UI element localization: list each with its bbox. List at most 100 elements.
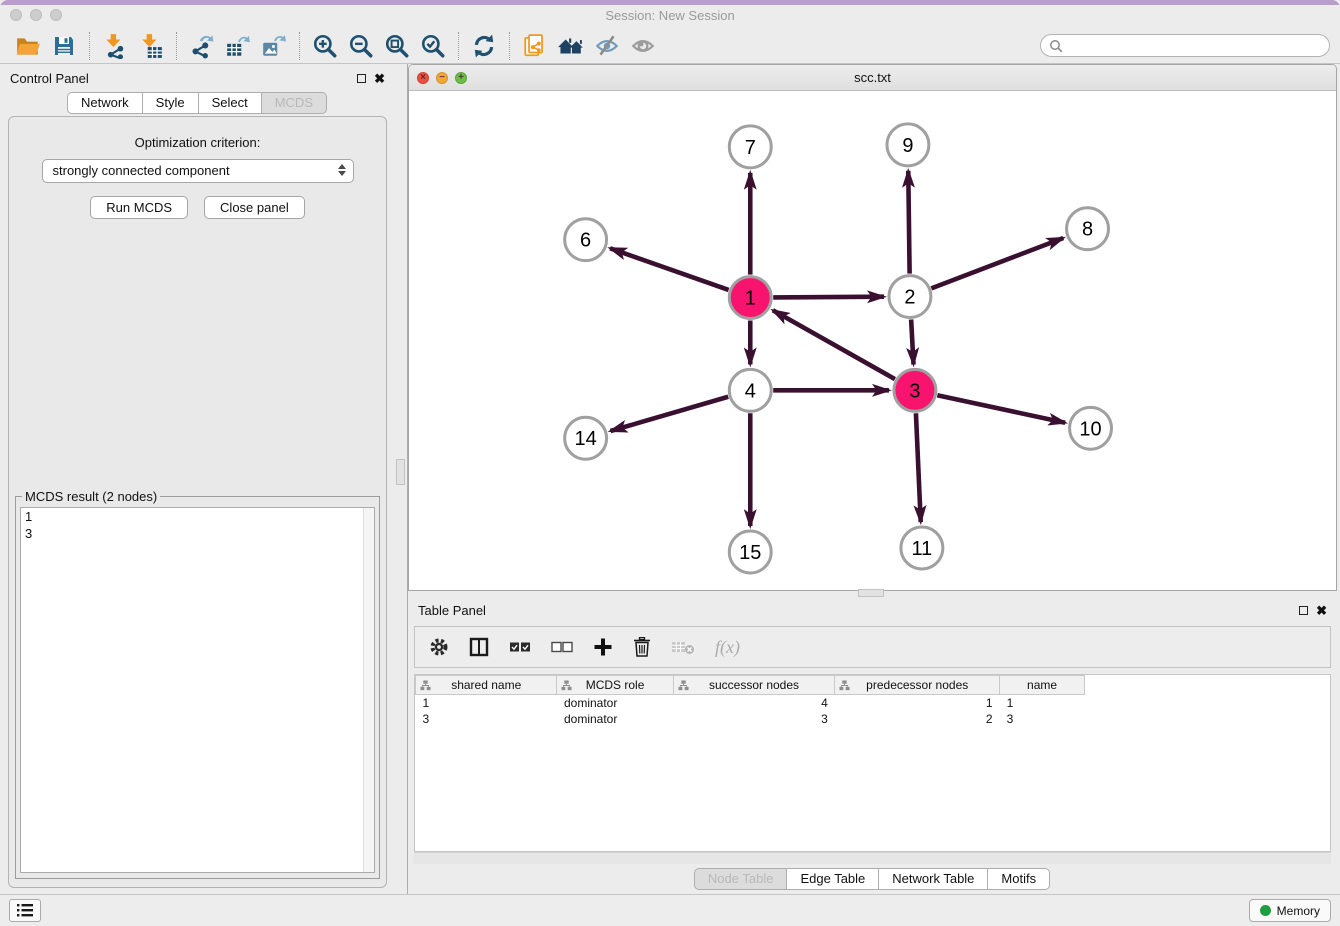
tab-mcds[interactable]: MCDS: [261, 92, 327, 114]
save-session-button[interactable]: [46, 31, 82, 61]
deselect-all-button[interactable]: [551, 640, 573, 654]
graph-edge-3-11[interactable]: [916, 413, 921, 522]
column-header-MCDS-role[interactable]: MCDS role: [557, 676, 673, 695]
tab-node-table[interactable]: Node Table: [694, 868, 788, 890]
graph-node-6[interactable]: 6: [565, 219, 607, 261]
tab-network-table[interactable]: Network Table: [878, 868, 988, 890]
graph-node-15[interactable]: 15: [729, 531, 771, 573]
delete-row-button[interactable]: [633, 637, 651, 657]
column-header-predecessor-nodes[interactable]: predecessor nodes: [835, 676, 1000, 695]
criterion-selected-value: strongly connected component: [53, 163, 230, 178]
open-folder-icon: [15, 33, 41, 59]
tab-select[interactable]: Select: [198, 92, 262, 114]
graph-edge-3-1[interactable]: [773, 310, 895, 379]
network-minimize-button[interactable]: −: [436, 72, 448, 84]
table-cell[interactable]: dominator: [557, 711, 673, 727]
network-canvas[interactable]: 7 9 6 8 1 2 4 3 14 10 15 11: [409, 91, 1336, 590]
graph-edge-2-8[interactable]: [931, 238, 1063, 288]
tab-network[interactable]: Network: [67, 92, 143, 114]
graph-node-4[interactable]: 4: [729, 369, 771, 411]
table-cell[interactable]: 3: [1000, 711, 1085, 727]
home-icon: [557, 33, 585, 59]
open-file-button[interactable]: [10, 31, 46, 61]
graph-edge-1-2[interactable]: [773, 297, 884, 298]
graph-node-3[interactable]: 3: [894, 369, 936, 411]
table-row[interactable]: 1dominator411: [416, 695, 1085, 711]
zoom-out-button[interactable]: [343, 31, 379, 61]
graph-edge-3-10[interactable]: [937, 395, 1065, 423]
table-cell[interactable]: 2: [835, 711, 1000, 727]
show-panels-button[interactable]: [625, 31, 661, 61]
network-maximize-button[interactable]: +: [455, 72, 467, 84]
tab-style[interactable]: Style: [142, 92, 199, 114]
table-row[interactable]: 3dominator323: [416, 711, 1085, 727]
table-cell[interactable]: 3: [673, 711, 835, 727]
mcds-result-list[interactable]: 13: [20, 507, 375, 873]
show-columns-button[interactable]: [469, 637, 489, 657]
table-cell[interactable]: 3: [416, 711, 557, 727]
float-panel-icon[interactable]: [1299, 606, 1308, 615]
search-input[interactable]: [1063, 38, 1321, 53]
task-history-button[interactable]: [9, 899, 41, 922]
import-network-button[interactable]: [97, 31, 133, 61]
tab-motifs[interactable]: Motifs: [987, 868, 1050, 890]
table-cell[interactable]: dominator: [557, 695, 673, 711]
graph-node-7[interactable]: 7: [729, 126, 771, 168]
column-type-icon: [561, 680, 572, 691]
graph-node-8[interactable]: 8: [1067, 208, 1109, 250]
graph-edge-4-14[interactable]: [611, 397, 729, 431]
save-icon: [52, 34, 76, 58]
result-line: 3: [21, 525, 374, 542]
select-all-button[interactable]: [509, 640, 531, 654]
splitter-grabber[interactable]: [396, 459, 405, 485]
vertical-splitter[interactable]: [395, 64, 408, 894]
table-settings-button[interactable]: [429, 637, 449, 657]
column-header-shared-name[interactable]: shared name: [416, 676, 557, 695]
run-mcds-button[interactable]: Run MCDS: [90, 196, 188, 219]
graph-node-14[interactable]: 14: [565, 417, 607, 459]
export-image-button[interactable]: [256, 31, 292, 61]
tab-edge-table[interactable]: Edge Table: [786, 868, 879, 890]
splitter-grabber[interactable]: [858, 589, 884, 597]
trash-icon: [633, 637, 651, 657]
network-close-button[interactable]: ×: [417, 72, 429, 84]
export-table-button[interactable]: [220, 31, 256, 61]
memory-button[interactable]: Memory: [1249, 899, 1331, 922]
table-cell[interactable]: 1: [1000, 695, 1085, 711]
table-cell[interactable]: 4: [673, 695, 835, 711]
graph-edge-2-3[interactable]: [911, 319, 913, 364]
column-header-name[interactable]: name: [1000, 676, 1085, 695]
zoom-in-button[interactable]: [307, 31, 343, 61]
zoom-fit-button[interactable]: [379, 31, 415, 61]
column-type-icon: [420, 680, 431, 691]
home-button[interactable]: [553, 31, 589, 61]
table-cell[interactable]: 1: [416, 695, 557, 711]
column-header-successor-nodes[interactable]: successor nodes: [673, 676, 835, 695]
float-panel-icon[interactable]: [357, 74, 366, 83]
hide-panels-button[interactable]: [589, 31, 625, 61]
horizontal-splitter[interactable]: [408, 591, 1337, 596]
refresh-button[interactable]: [466, 31, 502, 61]
add-column-button[interactable]: [593, 637, 613, 657]
graph-node-1[interactable]: 1: [729, 277, 771, 319]
graph-node-11[interactable]: 11: [901, 527, 943, 569]
import-table-button[interactable]: [133, 31, 169, 61]
result-scrollbar[interactable]: [363, 508, 374, 872]
close-panel-icon[interactable]: ✖: [374, 72, 385, 85]
zoom-selected-button[interactable]: [415, 31, 451, 61]
graph-edge-2-9[interactable]: [908, 171, 909, 274]
graph-node-2[interactable]: 2: [889, 276, 931, 318]
close-panel-button[interactable]: Close panel: [204, 196, 305, 219]
table-hscrollbar[interactable]: [414, 852, 1331, 864]
criterion-select[interactable]: strongly connected component: [42, 159, 354, 183]
search-field[interactable]: [1040, 34, 1330, 57]
control-panel-title: Control Panel: [10, 71, 89, 86]
network-graph[interactable]: 7 9 6 8 1 2 4 3 14 10 15 11: [409, 91, 1336, 590]
table-cell[interactable]: 1: [835, 695, 1000, 711]
graph-node-9[interactable]: 9: [887, 124, 929, 166]
graph-node-10[interactable]: 10: [1070, 407, 1112, 449]
close-panel-icon[interactable]: ✖: [1316, 604, 1327, 617]
open-session-button[interactable]: [517, 31, 553, 61]
graph-edge-1-6[interactable]: [610, 248, 729, 290]
export-network-button[interactable]: [184, 31, 220, 61]
